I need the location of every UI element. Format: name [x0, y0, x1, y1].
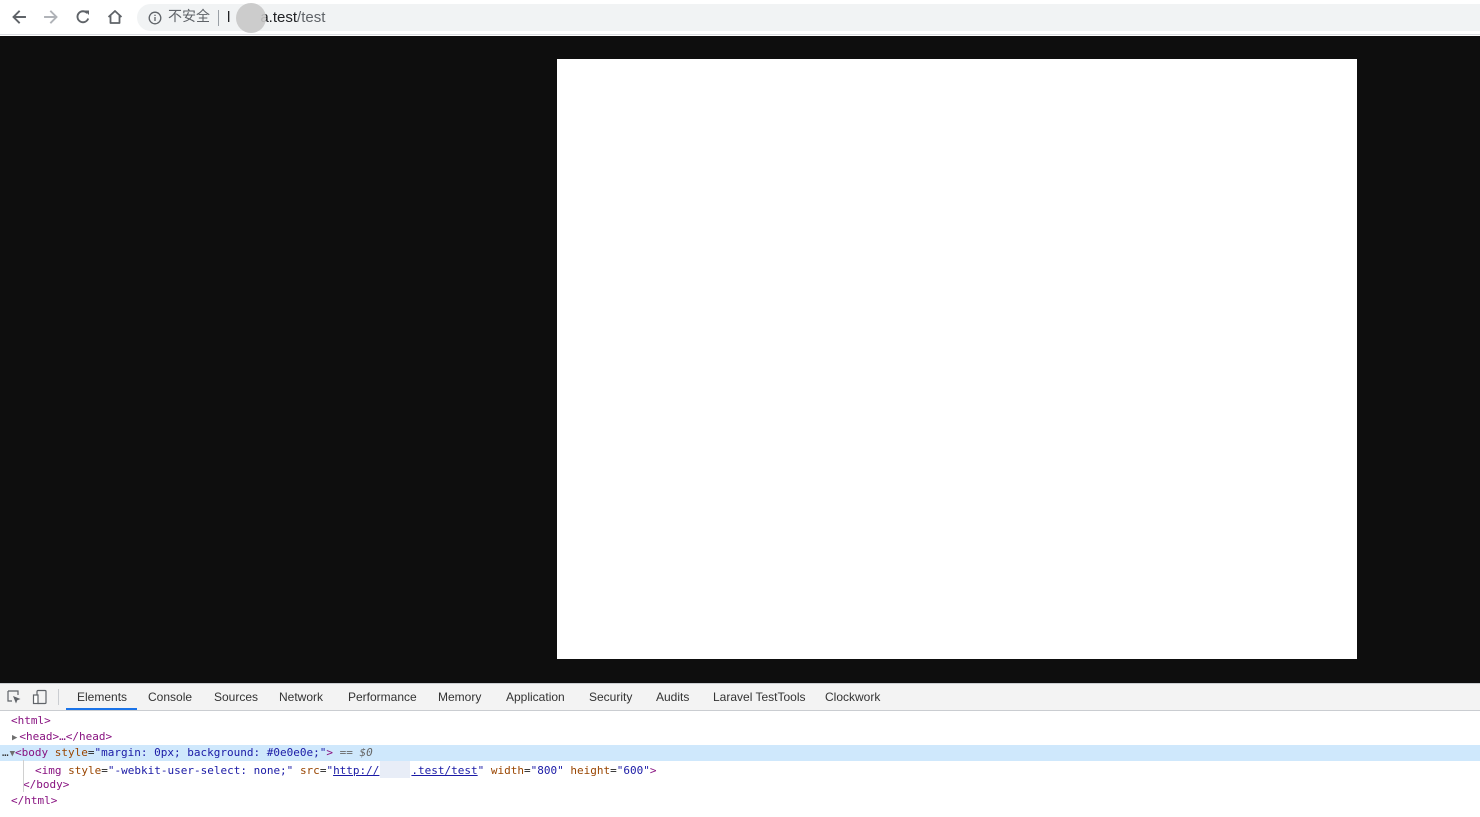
src-redaction-blur	[380, 761, 411, 778]
devtools-tab-bar: Elements Console Sources Network Perform…	[0, 684, 1480, 711]
selected-node-marker: == $0	[339, 746, 373, 759]
site-info-button[interactable]	[148, 11, 162, 25]
img-style-value: "-webkit-user-select: none;"	[107, 764, 294, 777]
devtools-panel: Elements Console Sources Network Perform…	[0, 683, 1480, 817]
url-redaction-blur	[236, 3, 266, 33]
body-close-bracket: >	[326, 746, 333, 759]
body-close-tag: </body>	[23, 778, 70, 791]
img-height-attr: height	[570, 764, 611, 777]
body-style-value: "margin: 0px; background: #0e0e0e;"	[94, 746, 327, 759]
page-image[interactable]	[557, 59, 1357, 659]
img-open-tag: <img	[35, 764, 62, 777]
dom-node-body-close[interactable]: </body>	[0, 777, 1480, 793]
reload-icon	[76, 10, 90, 24]
reload-button[interactable]	[70, 4, 96, 30]
device-toolbar-icon	[32, 689, 47, 705]
url-host-prefix: l	[227, 9, 231, 26]
back-arrow-icon	[12, 10, 26, 24]
tree-indent-guide	[23, 760, 24, 792]
head-collapsed-tag: <head>…</head>	[19, 730, 113, 743]
img-width-value: "800"	[530, 764, 564, 777]
img-close-bracket: >	[649, 764, 657, 777]
elements-dom-tree: <html> ▶ <head>…</head> …▼<body style="ma…	[0, 712, 1480, 817]
browser-toolbar: 不安全 l a.test/test	[0, 0, 1480, 35]
tab-bar-divider	[58, 689, 59, 705]
home-icon	[107, 10, 123, 24]
tab-security[interactable]: Security	[589, 684, 632, 710]
tab-clockwork[interactable]: Clockwork	[825, 684, 880, 710]
dom-node-body-selected[interactable]: …▼<body style="margin: 0px; background: …	[0, 745, 1480, 761]
omnibox-divider	[218, 9, 219, 26]
home-button[interactable]	[102, 4, 128, 30]
tab-application[interactable]: Application	[506, 684, 565, 710]
html-open-tag: <html>	[11, 714, 51, 727]
dom-node-html-close[interactable]: </html>	[0, 793, 1480, 809]
url-path: /test	[297, 9, 326, 26]
info-icon	[148, 11, 162, 24]
tab-network[interactable]: Network	[279, 684, 323, 710]
img-height-value: "600"	[616, 764, 650, 777]
forward-arrow-icon	[44, 10, 58, 24]
device-toolbar-button[interactable]	[32, 689, 48, 705]
tab-performance[interactable]: Performance	[348, 684, 417, 710]
dom-node-head[interactable]: ▶ <head>…</head>	[0, 729, 1480, 745]
img-src-suffix: .test/test	[411, 764, 478, 777]
body-style-attr: style	[54, 746, 88, 759]
back-button[interactable]	[6, 4, 32, 30]
forward-button[interactable]	[38, 4, 64, 30]
tab-console[interactable]: Console	[148, 684, 192, 710]
img-src-link[interactable]: http:// .test/test	[333, 761, 478, 778]
expand-triangle-icon[interactable]: ▶	[12, 733, 17, 743]
body-open-tag: <body	[15, 746, 49, 759]
more-options-icon[interactable]: …	[2, 746, 9, 759]
address-bar[interactable]: 不安全 l a.test/test	[137, 4, 1480, 31]
page-viewport	[0, 36, 1480, 683]
dom-node-img[interactable]: <img style="-webkit-user-select: none;" …	[0, 761, 1480, 778]
tab-laravel-testtools[interactable]: Laravel TestTools	[713, 684, 806, 710]
inspect-element-icon	[7, 690, 21, 704]
tab-elements[interactable]: Elements	[77, 684, 127, 710]
html-close-tag: </html>	[11, 794, 58, 807]
not-secure-label: 不安全	[168, 9, 210, 25]
dom-node-html-open[interactable]: <html>	[0, 713, 1480, 729]
img-width-attr: width	[490, 764, 525, 777]
img-style-attr: style	[68, 764, 102, 777]
tab-memory[interactable]: Memory	[438, 684, 481, 710]
active-tab-indicator	[66, 708, 137, 710]
inspect-element-button[interactable]	[6, 689, 22, 705]
tab-sources[interactable]: Sources	[214, 684, 258, 710]
img-src-attr: src	[299, 764, 320, 777]
img-src-prefix: http://	[333, 764, 380, 777]
tab-audits[interactable]: Audits	[656, 684, 689, 710]
